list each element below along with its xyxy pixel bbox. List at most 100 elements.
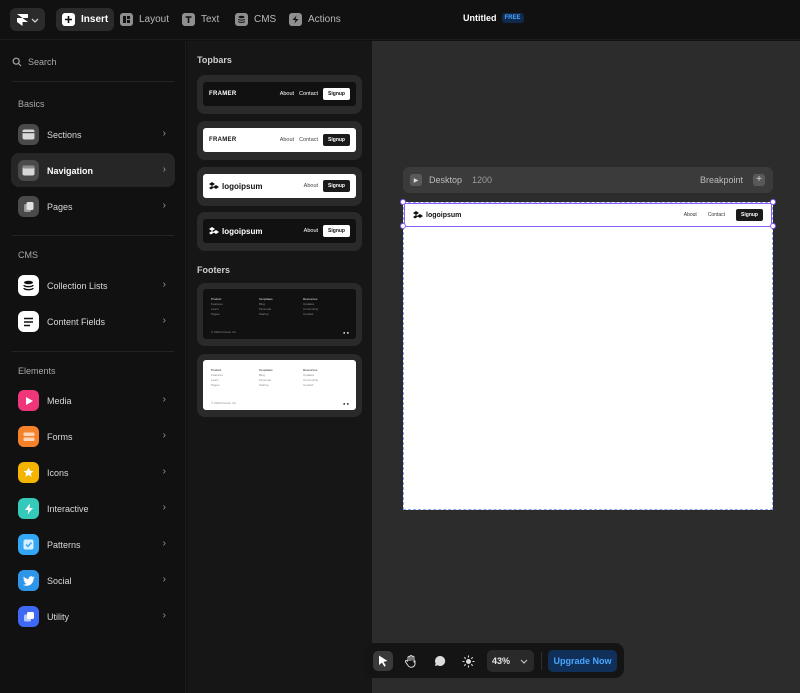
selected-navigation[interactable]: logoipsum About Contact Signup [404, 203, 772, 227]
divider [12, 351, 174, 352]
preview-button: Signup [323, 180, 350, 192]
sidebar-item-label: Interactive [47, 504, 89, 514]
plus-icon [62, 13, 75, 26]
sidebar-item-interactive[interactable]: Interactive › [11, 491, 175, 525]
sidebar-item-label: Navigation [47, 166, 94, 176]
sidebar-item-collection-lists[interactable]: Collection Lists › [11, 268, 175, 302]
sidebar-item-label: Content Fields [47, 317, 106, 327]
resize-handle[interactable] [770, 223, 776, 229]
framer-logo-icon [16, 13, 28, 26]
add-breakpoint-button[interactable]: + [753, 174, 765, 186]
preview-play-button[interactable]: ▶ [410, 174, 422, 186]
breakpoint-name[interactable]: Desktop [429, 175, 462, 185]
chevron-right-icon: › [162, 538, 166, 549]
preview-brand: logoipsum [222, 181, 263, 191]
footer-template-1[interactable]: Product Features Learn Pages Templates B… [197, 283, 362, 346]
lightning-icon [289, 13, 302, 26]
chevron-right-icon: › [162, 430, 166, 441]
preview-button: Signup [323, 88, 350, 100]
tab-layout[interactable]: Layout [114, 8, 175, 31]
comment-icon [434, 655, 446, 666]
breakpoint-bar: ▶ Desktop 1200 Breakpoint + [403, 167, 773, 193]
footer-col-line: Pages [211, 312, 220, 316]
resize-handle[interactable] [400, 223, 406, 229]
sidebar-item-social[interactable]: Social › [11, 563, 175, 597]
resize-handle[interactable] [400, 199, 406, 205]
sidebar-item-icons[interactable]: Icons › [11, 455, 175, 489]
footer-template-2[interactable]: Product Features Learn Pages Templates B… [197, 354, 362, 417]
tab-text[interactable]: Text [176, 8, 225, 31]
database-icon [235, 13, 248, 26]
nav-brand: logoipsum [426, 211, 462, 219]
sidebar-item-navigation[interactable]: Navigation › [11, 153, 175, 187]
preview-link: About [279, 137, 295, 143]
preview-link: Contact [299, 137, 319, 143]
sidebar-item-label: Forms [47, 432, 73, 442]
theme-toggle-button[interactable] [458, 651, 478, 671]
chevron-right-icon: › [162, 394, 166, 405]
tab-actions[interactable]: Actions [283, 8, 347, 31]
topbar-template-3[interactable]: logoipsum About Signup [197, 167, 362, 206]
footers-heading: Footers [197, 265, 231, 275]
sidebar-item-label: Sections [47, 130, 82, 140]
sidebar-item-pages[interactable]: Pages › [11, 189, 175, 223]
breakpoint-label: Breakpoint [700, 175, 744, 185]
lines-icon [18, 311, 39, 332]
cursor-arrow-icon [378, 655, 387, 667]
upgrade-now-button[interactable]: Upgrade Now [548, 650, 617, 672]
chevron-right-icon: › [162, 574, 166, 585]
sidebar-item-patterns[interactable]: Patterns › [11, 527, 175, 561]
chevron-down-icon [520, 659, 528, 664]
topbars-heading: Topbars [197, 55, 232, 65]
resize-handle[interactable] [770, 199, 776, 205]
database-icon [18, 275, 39, 296]
section-label-basics: Basics [18, 99, 45, 109]
desktop-frame[interactable]: logoipsum About Contact Signup [400, 199, 776, 510]
stack-icon [18, 606, 39, 627]
topbar-template-4[interactable]: logoipsum About Signup [197, 212, 362, 251]
comment-tool-button[interactable] [430, 651, 450, 671]
plan-badge: FREE [501, 13, 524, 23]
nav-link-contact[interactable]: Contact [708, 212, 725, 218]
design-canvas[interactable]: ▶ Desktop 1200 Breakpoint + logoipsum Ab… [372, 41, 800, 693]
chevron-right-icon: › [162, 466, 166, 477]
footer-preview: Product Features Learn Pages Templates B… [203, 360, 356, 410]
topbar-preview: logoipsum About Signup [203, 219, 356, 243]
topbar-template-2[interactable]: FRAMER About Contact Signup [197, 121, 362, 160]
sidebar-item-media[interactable]: Media › [11, 383, 175, 417]
sidebar-item-label: Icons [47, 468, 69, 478]
sidebar-item-forms[interactable]: Forms › [11, 419, 175, 453]
topbar-preview: FRAMER About Contact Signup [203, 128, 356, 152]
nav-link-about[interactable]: About [684, 212, 697, 218]
zoom-select[interactable]: 43% [487, 650, 534, 672]
sidebar-item-label: Social [47, 576, 72, 586]
search-field[interactable]: Search [12, 57, 57, 67]
top-toolbar: Insert Layout Text CMS Actions Untitled … [0, 0, 800, 40]
sidebar-item-content-fields[interactable]: Content Fields › [11, 304, 175, 338]
sidebar-item-utility[interactable]: Utility › [11, 599, 175, 633]
text-icon [182, 13, 195, 26]
tab-cms[interactable]: CMS [229, 8, 282, 31]
framer-menu-button[interactable] [10, 8, 45, 31]
footer-copyright: © 2024 Framer Inc [211, 330, 237, 334]
chevron-right-icon: › [162, 315, 166, 326]
preview-link: About [303, 183, 319, 189]
sidebar-item-label: Collection Lists [47, 281, 108, 291]
sidebar-item-label: Patterns [47, 540, 81, 550]
sidebar-item-sections[interactable]: Sections › [11, 117, 175, 151]
preview-link: About [303, 228, 319, 234]
preview-brand: FRAMER [209, 91, 237, 97]
select-tool-button[interactable] [373, 651, 393, 671]
document-title[interactable]: Untitled FREE [463, 13, 524, 23]
tab-insert[interactable]: Insert [56, 8, 115, 31]
form-icon [18, 426, 39, 447]
breakpoint-width: 1200 [472, 175, 493, 185]
nav-signup-button[interactable]: Signup [736, 209, 763, 221]
tab-insert-label: Insert [81, 14, 109, 25]
topbar-template-1[interactable]: FRAMER About Contact Signup [197, 75, 362, 114]
bolt-icon [18, 498, 39, 519]
star-icon [18, 462, 39, 483]
logoipsum-logo-icon [209, 181, 219, 189]
navigation-icon [18, 160, 39, 181]
hand-tool-button[interactable] [401, 651, 421, 671]
